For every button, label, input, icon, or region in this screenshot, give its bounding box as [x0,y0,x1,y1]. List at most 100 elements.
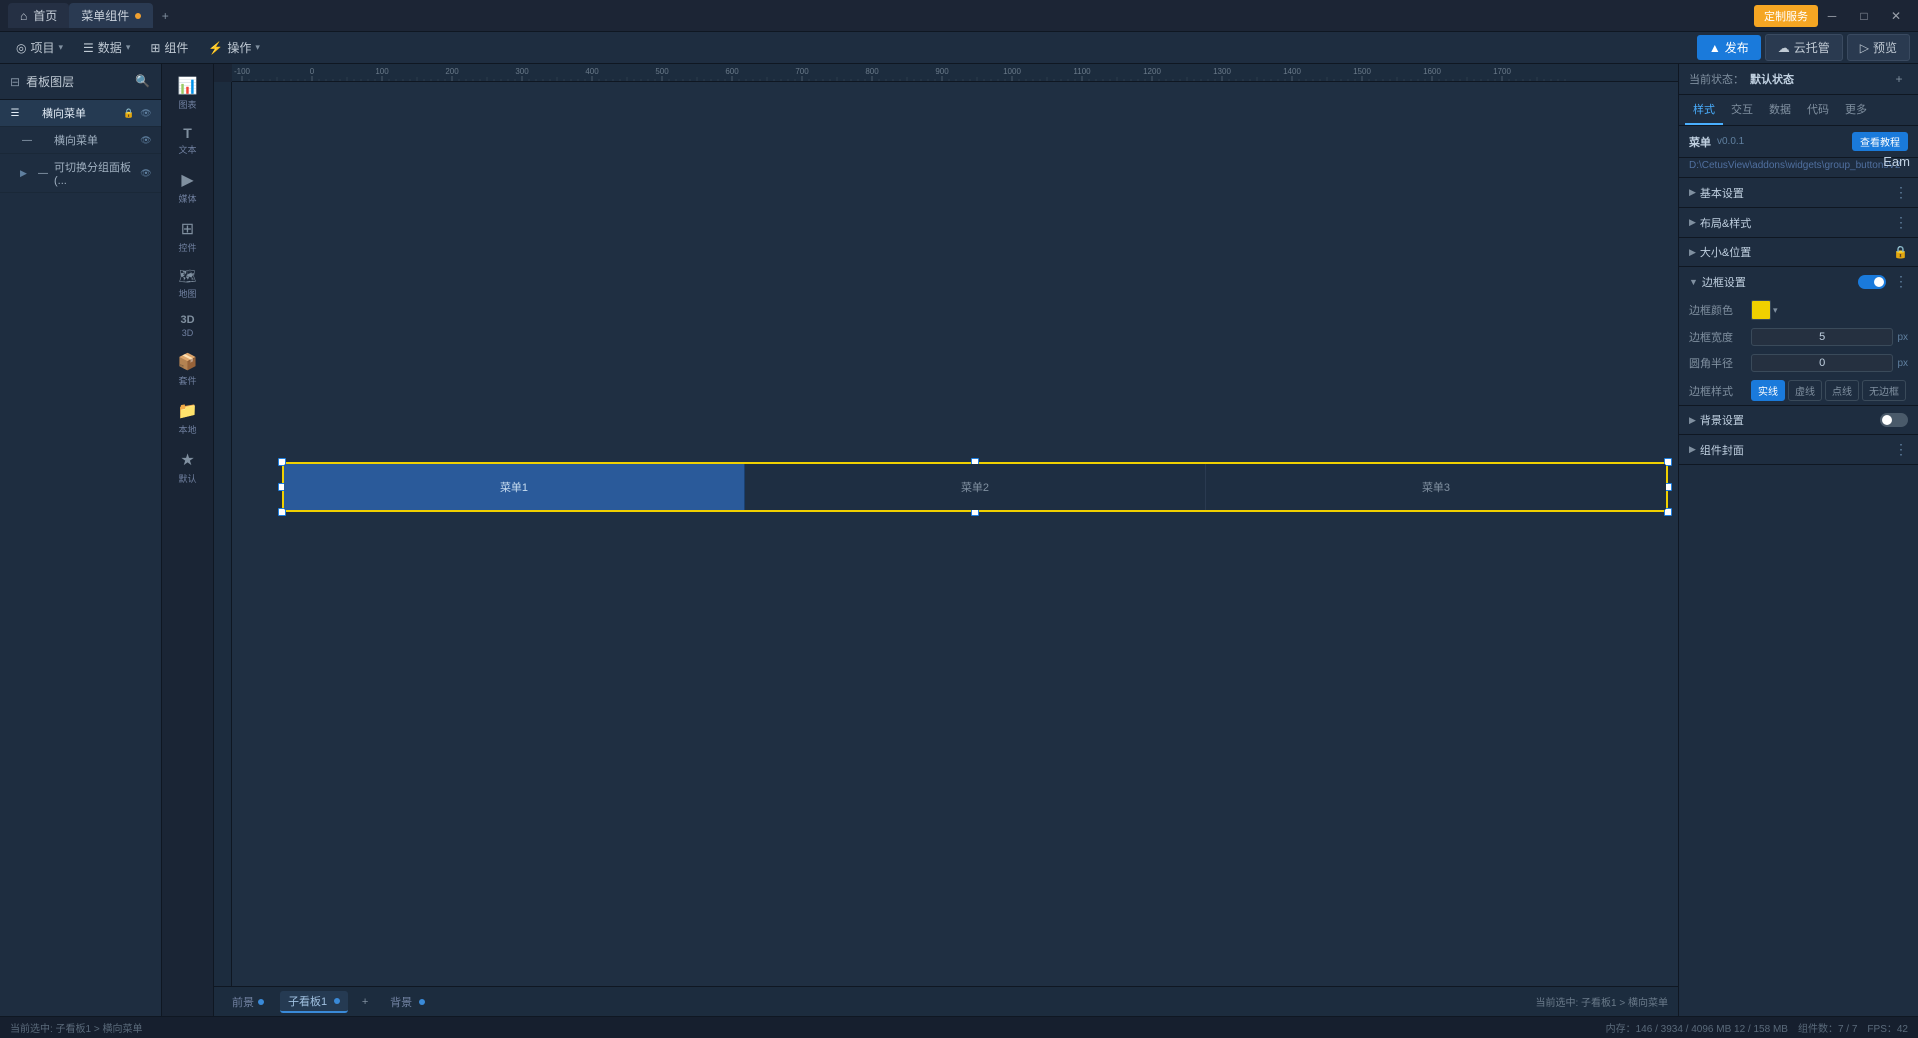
section-layout-more[interactable]: ⋮ [1894,214,1908,231]
menu-actions[interactable]: ⚡ 操作 ▾ [200,35,268,60]
svg-text:800: 800 [865,67,879,76]
status-right: 内存：146 / 3934 / 4096 MB 12 / 158 MB 组件数：… [1606,1020,1908,1035]
tab-style[interactable]: 样式 [1685,95,1723,125]
section-size-header[interactable]: ▶ 大小&位置 🔒 [1679,238,1918,266]
svg-text:300: 300 [515,67,529,76]
menu-widget[interactable]: 菜单1 菜单2 菜单3 [284,464,1666,510]
menu-button-3[interactable]: 菜单3 [1206,464,1666,510]
add-state-button[interactable]: + [1890,70,1908,88]
sidebar-item-3d[interactable]: 3D 3D [166,308,210,344]
sidebar-item-control[interactable]: ⊞ 控件 [166,213,210,260]
layer-actions-child: 👁 [139,133,153,147]
tab-interact[interactable]: 交互 [1723,95,1761,125]
border-width-value[interactable]: 5 [1751,328,1893,346]
border-width-unit: px [1897,332,1908,343]
menu-components[interactable]: ⊞ 组件 [142,35,196,60]
section-size: ▶ 大小&位置 🔒 [1679,238,1918,267]
layer-item-horizontal-menu-child[interactable]: — 横向菜单 👁 [0,127,161,154]
sidebar-item-local[interactable]: 📁 本地 [166,395,210,442]
section-interface-header[interactable]: ▶ 组件封面 ⋮ [1679,435,1918,464]
section-bg-header[interactable]: ▶ 背景设置 [1679,406,1918,434]
status-components: 组件数：7 / 7 [1798,1020,1857,1035]
border-color-swatch[interactable] [1751,300,1771,320]
border-style-none[interactable]: 无边框 [1862,380,1906,401]
sidebar-item-package[interactable]: 📦 套件 [166,346,210,393]
section-basic-arrow: ▶ [1689,187,1696,198]
border-color-label: 边框颜色 [1689,302,1745,318]
data-arrow-icon: ▾ [126,42,131,53]
border-style-tabs: 实线 虚线 点线 无边框 [1751,380,1906,401]
section-interface: ▶ 组件封面 ⋮ [1679,435,1918,465]
layer-visibility-button-panel[interactable]: 👁 [139,166,153,180]
menu-data[interactable]: ☰ 数据 ▾ [75,35,138,60]
section-layout-header[interactable]: ▶ 布局&样式 ⋮ [1679,208,1918,237]
preview-button[interactable]: ▷ 预览 [1847,34,1910,61]
custom-service-button[interactable]: 定制服务 [1754,5,1818,27]
sidebar-item-map[interactable]: 🗺 地图 [166,262,210,306]
section-bg-title: 背景设置 [1700,412,1876,428]
right-panel-tabs: 样式 交互 数据 代码 更多 [1679,95,1918,126]
svg-text:400: 400 [585,67,599,76]
add-canvas-button[interactable]: + [356,993,374,1011]
section-basic: ▶ 基本设置 ⋮ [1679,178,1918,208]
right-panel-header: 当前状态： 默认状态 + [1679,64,1918,95]
status-memory: 内存：146 / 3934 / 4096 MB 12 / 158 MB [1606,1020,1788,1035]
sidebar-item-default[interactable]: ★ 默认 [166,444,210,491]
border-style-solid[interactable]: 实线 [1751,380,1785,401]
layer-visibility-button-child[interactable]: 👁 [139,133,153,147]
sidebar-item-chart[interactable]: 📊 图表 [166,70,210,117]
close-button[interactable]: ✕ [1882,5,1910,27]
sidebar-item-text[interactable]: T 文本 [166,119,210,162]
maximize-button[interactable]: □ [1850,5,1878,27]
layers-icon: ⊟ [10,75,20,89]
cloud-button[interactable]: ☁ 云托管 [1765,34,1843,61]
layer-visibility-button[interactable]: 👁 [139,106,153,120]
size-lock-icon[interactable]: 🔒 [1893,245,1908,259]
home-tab[interactable]: ⌂ 首页 [8,3,69,28]
svg-text:1500: 1500 [1353,67,1371,76]
front-tab[interactable]: 前景 [224,992,272,1012]
section-interface-more[interactable]: ⋮ [1894,441,1908,458]
tutorial-button[interactable]: 查看教程 [1852,132,1908,151]
svg-text:100: 100 [375,67,389,76]
eam-label: Eam [1883,154,1910,169]
border-color-picker[interactable]: ▾ [1751,300,1778,320]
minimize-button[interactable]: ─ [1818,5,1846,27]
section-basic-more[interactable]: ⋮ [1894,184,1908,201]
back-tab[interactable]: 背景 [382,992,433,1012]
menu-button-1[interactable]: 菜单1 [284,464,745,510]
layer-lock-button[interactable]: 🔒 [122,106,136,120]
package-icon: 📦 [178,352,198,372]
border-radius-input: 0 px [1751,354,1908,372]
border-style-dotted[interactable]: 点线 [1825,380,1859,401]
border-toggle[interactable] [1858,275,1886,289]
actions-icon: ⚡ [208,41,223,55]
menu-button-2[interactable]: 菜单2 [745,464,1206,510]
home-icon: ⌂ [20,9,27,23]
border-radius-label: 圆角半径 [1689,355,1745,371]
canvas-content[interactable]: 菜单1 菜单2 菜单3 [232,82,1678,986]
widget-path: D:\CetusView\addons\widgets\group_button… [1679,158,1918,178]
section-basic-header[interactable]: ▶ 基本设置 ⋮ [1679,178,1918,207]
canvas-background: 菜单1 菜单2 菜单3 [232,82,1678,986]
publish-button[interactable]: ▲ 发布 [1697,35,1761,60]
section-border-more[interactable]: ⋮ [1894,273,1908,290]
sub-canvas-tab[interactable]: 子看板1 [280,991,348,1013]
menu-project[interactable]: ◎ 项目 ▾ [8,35,71,60]
tab-more[interactable]: 更多 [1837,95,1875,125]
tab-code[interactable]: 代码 [1799,95,1837,125]
border-radius-value[interactable]: 0 [1751,354,1893,372]
layer-item-horizontal-menu[interactable]: ☰ 横向菜单 🔒 👁 [0,100,161,127]
tab-data[interactable]: 数据 [1761,95,1799,125]
layers-search-button[interactable]: 🔍 [135,74,151,90]
section-border-header[interactable]: ▼ 边框设置 ⋮ [1679,267,1918,296]
active-tab[interactable]: 菜单组件 [69,3,153,28]
bg-toggle[interactable] [1880,413,1908,427]
layer-item-switchable-panel[interactable]: ▶ — 可切换分组面板 (... 👁 [0,154,161,193]
sidebar-item-media[interactable]: ▶ 媒体 [166,164,210,211]
border-style-dashed[interactable]: 虚线 [1788,380,1822,401]
canvas-widget-container[interactable]: 菜单1 菜单2 菜单3 [282,462,1668,512]
svg-text:500: 500 [655,67,669,76]
add-tab-button[interactable]: + [153,4,177,28]
color-dropdown-arrow: ▾ [1773,305,1778,316]
